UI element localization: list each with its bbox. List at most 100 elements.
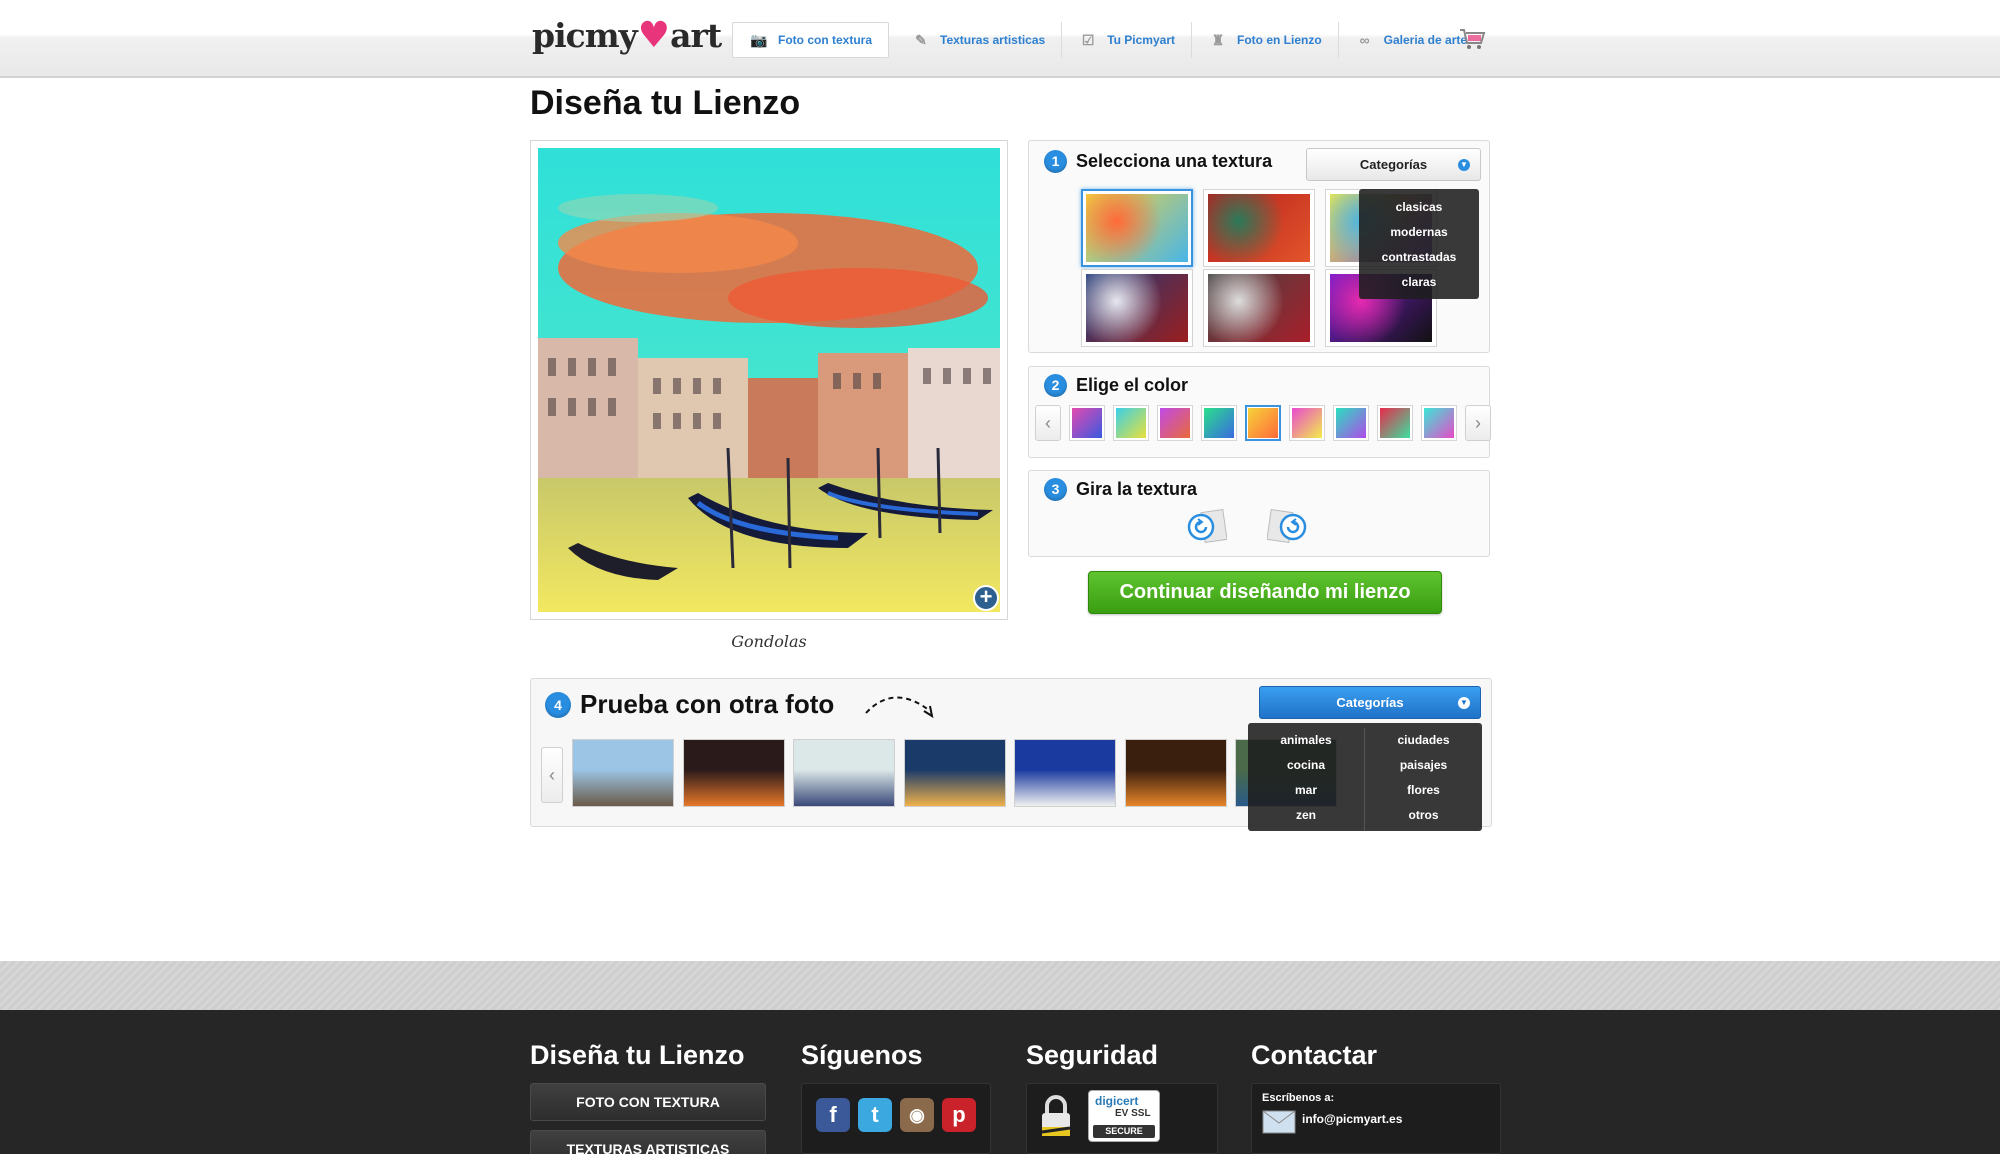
- nav-texturas-artisticas[interactable]: ✎ Texturas artisticas: [895, 22, 1063, 58]
- dashed-arrow-icon: [865, 696, 934, 719]
- badge-line3: SECURE: [1093, 1125, 1155, 1138]
- dropdown-option[interactable]: paisajes: [1365, 753, 1482, 778]
- swatch-fill: [1072, 408, 1102, 438]
- footer-texturas-artisticas-button[interactable]: TEXTURAS ARTISTICAS: [530, 1130, 766, 1154]
- photo-thumbnail[interactable]: [572, 739, 674, 807]
- dropdown-option[interactable]: flores: [1365, 778, 1482, 803]
- dropdown-option[interactable]: ciudades: [1365, 728, 1482, 753]
- instagram-icon[interactable]: ◉: [900, 1098, 934, 1132]
- chevron-left-icon[interactable]: ‹: [541, 747, 563, 803]
- dropdown-option[interactable]: animales: [1248, 728, 1364, 753]
- step-2-heading: 2 Elige el color: [1044, 374, 1188, 397]
- color-swatch[interactable]: [1157, 405, 1193, 441]
- photo-thumbnail[interactable]: [1124, 739, 1227, 807]
- rotate-right-icon[interactable]: [1267, 507, 1307, 547]
- footer-foto-con-textura-button[interactable]: FOTO CON TEXTURA: [530, 1083, 766, 1121]
- color-swatch[interactable]: [1333, 405, 1369, 441]
- step-title: Gira la textura: [1076, 479, 1198, 499]
- texture-option[interactable]: [1203, 269, 1315, 347]
- swatch-fill: [1248, 408, 1278, 438]
- chevron-down-icon: ▼: [1458, 696, 1470, 709]
- main-nav: 📷 Foto con textura ✎ Texturas artisticas…: [732, 20, 1483, 60]
- swatch-fill: [1160, 408, 1190, 438]
- color-swatch[interactable]: [1421, 405, 1457, 441]
- texture-option[interactable]: [1203, 189, 1315, 267]
- badge-brand: digicert: [1095, 1094, 1139, 1108]
- texture-option[interactable]: [1081, 189, 1193, 267]
- photo-thumbnail[interactable]: [1014, 739, 1116, 807]
- dropdown-column: animales cocina mar zen: [1248, 728, 1365, 831]
- step-3-heading: 3 Gira la textura: [1044, 478, 1197, 501]
- photo-thumbnail[interactable]: [903, 739, 1006, 807]
- checkbox-icon: ☑: [1081, 32, 1095, 48]
- dropdown-option[interactable]: mar: [1248, 778, 1364, 803]
- dropdown-option[interactable]: clasicas: [1359, 195, 1479, 220]
- step-title: Elige el color: [1076, 375, 1189, 395]
- color-swatch[interactable]: [1289, 405, 1325, 441]
- heart-icon: ♥: [637, 14, 670, 56]
- footer-heading-design: Diseña tu Lienzo: [530, 1040, 745, 1070]
- picmyart-logo[interactable]: picmy ♥ art: [532, 14, 722, 56]
- nav-tu-picmyart[interactable]: ☑ Tu Picmyart: [1062, 22, 1192, 58]
- texture-option[interactable]: [1081, 269, 1193, 347]
- twitter-icon[interactable]: t: [858, 1098, 892, 1132]
- photo-thumbnail[interactable]: [793, 739, 895, 807]
- step-4-heading: 4 Prueba con otra foto: [545, 689, 834, 720]
- rotate-left-icon[interactable]: [1187, 507, 1227, 547]
- dropdown-column: ciudades paisajes flores otros: [1365, 728, 1482, 831]
- footer: [0, 1010, 2000, 1154]
- nav-foto-con-textura[interactable]: 📷 Foto con textura: [732, 22, 890, 58]
- step-title: Selecciona una textura: [1076, 151, 1273, 171]
- button-label: Categorías: [1359, 157, 1428, 172]
- texture-thumbnail: [1086, 194, 1188, 262]
- nav-foto-en-lienzo[interactable]: ♜ Foto en Lienzo: [1192, 22, 1339, 58]
- footer-heading-follow: Síguenos: [801, 1040, 923, 1070]
- photo-categories-dropdown: animales cocina mar zen ciudades paisaje…: [1248, 723, 1482, 831]
- photo-thumbnail[interactable]: [682, 739, 785, 807]
- artwork-caption: Gondolas: [731, 632, 807, 651]
- logo-text-right: art: [670, 15, 722, 55]
- dropdown-option[interactable]: contrastadas: [1359, 245, 1479, 270]
- nav-label: Galeria de arte: [1383, 33, 1468, 47]
- try-another-photo-panel: 4 Prueba con otra foto Categorías ▼ ‹ an…: [530, 678, 1492, 831]
- dropdown-option[interactable]: modernas: [1359, 220, 1479, 245]
- venice-gondolas-artwork: [538, 148, 1000, 612]
- color-swatch[interactable]: [1377, 405, 1413, 441]
- texture-categories-button[interactable]: Categorías ▼: [1306, 148, 1481, 181]
- color-swatch[interactable]: [1113, 405, 1149, 441]
- step-number: 4: [545, 691, 571, 718]
- dropdown-option[interactable]: otros: [1365, 803, 1482, 828]
- color-swatch[interactable]: [1245, 405, 1281, 441]
- security-badges: digicert EV SSL SECURE: [1026, 1083, 1218, 1154]
- chevron-left-icon[interactable]: ‹: [1035, 405, 1061, 441]
- padlock-icon: [1041, 1095, 1071, 1136]
- top-navigation-bar: picmy ♥ art 📷 Foto con textura ✎ Texturas …: [0, 0, 2000, 78]
- glasses-icon: ∞: [1359, 32, 1370, 48]
- preview-image[interactable]: +: [538, 148, 1000, 612]
- chevron-down-icon: ▼: [1458, 158, 1470, 171]
- color-swatch-carousel: ‹ ›: [1035, 405, 1491, 441]
- continue-designing-button[interactable]: Continuar diseñando mi lienzo: [1088, 571, 1442, 614]
- nav-label: Tu Picmyart: [1107, 33, 1175, 47]
- chevron-right-icon[interactable]: ›: [1465, 405, 1491, 441]
- envelope-icon: [1262, 1110, 1296, 1134]
- color-panel: 2 Elige el color ‹ ›: [1028, 366, 1491, 458]
- photo-categories-button[interactable]: Categorías ▼: [1259, 686, 1481, 719]
- texture-thumbnail: [1086, 274, 1188, 342]
- canvas-preview: +: [530, 140, 1008, 620]
- digicert-ssl-badge[interactable]: digicert EV SSL SECURE: [1088, 1090, 1160, 1142]
- swatch-fill: [1380, 408, 1410, 438]
- footer-divider-stripe: [0, 961, 2000, 1010]
- facebook-icon[interactable]: f: [816, 1098, 850, 1132]
- plus-icon[interactable]: +: [973, 585, 999, 611]
- dropdown-option[interactable]: cocina: [1248, 753, 1364, 778]
- shopping-cart-icon[interactable]: [1458, 24, 1486, 52]
- texture-panel: 1 Selecciona una textura Categorías ▼ cl…: [1028, 140, 1490, 353]
- pinterest-icon[interactable]: p: [942, 1098, 976, 1132]
- color-swatch[interactable]: [1069, 405, 1105, 441]
- color-swatch[interactable]: [1201, 405, 1237, 441]
- contact-email-link[interactable]: info@picmyart.es: [1302, 1112, 1402, 1126]
- dropdown-option[interactable]: zen: [1248, 803, 1364, 828]
- dropdown-option[interactable]: claras: [1359, 270, 1479, 295]
- swatch-fill: [1292, 408, 1322, 438]
